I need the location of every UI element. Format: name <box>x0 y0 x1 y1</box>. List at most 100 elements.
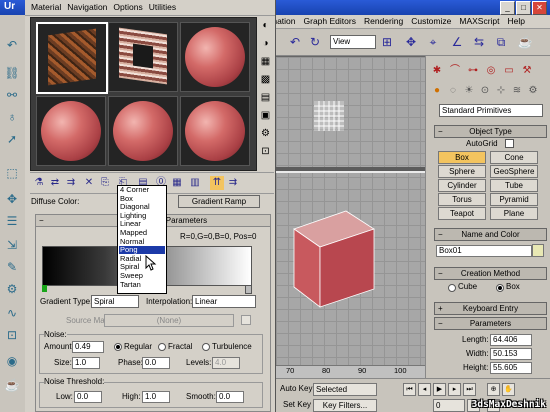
menu-options[interactable]: Options <box>113 0 142 15</box>
option-sweep[interactable]: Sweep <box>119 271 165 280</box>
sample-slot[interactable] <box>180 96 250 166</box>
category-select[interactable]: Standard Primitives <box>439 104 543 117</box>
hierarchy-tab-icon[interactable]: ⊶ <box>466 64 480 78</box>
backlight-icon[interactable]: ◑ <box>259 37 272 50</box>
smooth-field[interactable]: 0.0 <box>216 391 244 403</box>
render-icon[interactable]: ☕ <box>4 377 20 393</box>
size-field[interactable]: 1.0 <box>72 357 100 369</box>
turbulence-radio[interactable] <box>202 343 210 351</box>
go-forward-icon[interactable]: ⇉ <box>226 176 240 190</box>
shapes-icon[interactable]: ◌ <box>446 84 460 98</box>
autogrid-checkbox[interactable] <box>505 139 514 148</box>
levels-field[interactable]: 4.0 <box>212 357 240 369</box>
pan-icon[interactable]: ✋ <box>502 383 515 396</box>
menu-material[interactable]: Material <box>31 0 61 15</box>
unlink-icon[interactable]: ⚯ <box>4 87 20 103</box>
sample-slot[interactable] <box>36 96 106 166</box>
link-icon[interactable]: ⛓ <box>4 65 20 81</box>
zoom-icon[interactable]: ⊕ <box>487 383 500 396</box>
gradient-flag[interactable] <box>245 285 252 294</box>
source-map-button[interactable]: (None) <box>104 314 234 327</box>
sample-slot[interactable] <box>180 22 250 92</box>
cube-radio[interactable] <box>448 284 456 292</box>
set-key-button[interactable]: Set Key <box>283 400 311 409</box>
interpolation-select[interactable]: Linear <box>192 295 256 308</box>
reset-icon[interactable]: ✕ <box>82 176 96 190</box>
mirror-icon[interactable]: ⇆ <box>470 33 488 51</box>
undo-icon[interactable]: ↶ <box>286 33 304 51</box>
material-icon[interactable]: ◉ <box>4 353 20 369</box>
map-type-button[interactable]: Gradient Ramp <box>178 195 260 208</box>
height-field[interactable]: 55.605 <box>490 362 532 374</box>
width-field[interactable]: 50.153 <box>490 348 532 360</box>
go-start-icon[interactable]: ⏮ <box>403 383 416 396</box>
sample-slot[interactable] <box>108 96 178 166</box>
selected-set-select[interactable]: Selected <box>313 383 377 396</box>
preview-icon[interactable]: ▣ <box>259 109 272 122</box>
assign-material-icon[interactable]: ⇉ <box>64 176 78 190</box>
select-region-icon[interactable]: ⬚ <box>4 165 20 181</box>
menu-maxscript[interactable]: MAXScript <box>459 15 499 28</box>
creation-method-rollout[interactable]: − Creation Method <box>434 267 547 280</box>
next-frame-icon[interactable]: ▸ <box>448 383 461 396</box>
plane-button[interactable]: Plane <box>490 207 538 220</box>
cameras-icon[interactable]: ⊙ <box>478 84 492 98</box>
option-4-corner[interactable]: 4 Corner <box>119 185 165 194</box>
menu-navigation[interactable]: Navigation <box>67 0 107 15</box>
play-icon[interactable]: ▶ <box>433 383 446 396</box>
pyramid-button[interactable]: Pyramid <box>490 193 538 206</box>
keyboard-entry-rollout[interactable]: + Keyboard Entry <box>434 302 547 315</box>
regular-radio[interactable] <box>114 343 122 351</box>
angle-snap-icon[interactable]: ∠ <box>448 33 466 51</box>
layer-icon[interactable]: ☰ <box>4 213 20 229</box>
select-icon[interactable]: ➚ <box>4 131 20 147</box>
show-end-result-icon[interactable]: ▥ <box>188 176 202 190</box>
low-field[interactable]: 0.0 <box>74 391 102 403</box>
go-to-parent-icon[interactable]: ⇈ <box>210 176 224 190</box>
object-name-field[interactable]: Box01 <box>436 245 532 257</box>
auto-key-label[interactable]: Auto Key <box>280 384 312 393</box>
spacewarps-icon[interactable]: ≋ <box>510 84 524 98</box>
source-map-checkbox[interactable] <box>241 315 251 325</box>
scale-icon[interactable]: ⇲ <box>4 237 20 253</box>
options-icon[interactable]: ⚙ <box>259 127 272 140</box>
copy-material-icon[interactable]: ⎘ <box>98 176 112 190</box>
reference-coord-select[interactable]: View <box>330 35 376 49</box>
align-icon[interactable]: ⧉ <box>492 33 510 51</box>
maximize-icon[interactable]: □ <box>516 1 531 15</box>
sample-slot[interactable] <box>108 22 178 92</box>
cylinder-button[interactable]: Cylinder <box>438 179 486 192</box>
object-color-swatch[interactable] <box>532 244 544 257</box>
current-frame-field[interactable]: 0 <box>433 399 465 412</box>
box-object[interactable] <box>286 207 381 317</box>
phase-field[interactable]: 0.0 <box>142 357 170 369</box>
menu-utilities[interactable]: Utilities <box>149 0 176 15</box>
bind-icon[interactable]: ♁ <box>4 109 20 125</box>
undo-icon[interactable]: ↶ <box>4 37 20 53</box>
option-tartan[interactable]: Tartan <box>119 280 165 289</box>
render-icon[interactable]: ☕ <box>516 33 534 51</box>
snapshot-icon[interactable]: ⊡ <box>4 327 20 343</box>
motion-tab-icon[interactable]: ◎ <box>484 64 498 78</box>
object-type-rollout[interactable]: − Object Type <box>434 125 547 138</box>
prev-frame-icon[interactable]: ◂ <box>418 383 431 396</box>
rotate-icon[interactable]: ↻ <box>306 33 324 51</box>
curve-icon[interactable]: ∿ <box>4 305 20 321</box>
teapot-button[interactable]: Teapot <box>438 207 486 220</box>
gradient-type-select[interactable]: Spiral <box>91 295 139 308</box>
menu-graph-editors[interactable]: Graph Editors <box>304 15 356 28</box>
tube-button[interactable]: Tube <box>490 179 538 192</box>
sphere-button[interactable]: Sphere <box>438 165 486 178</box>
name-color-rollout[interactable]: − Name and Color <box>434 228 547 241</box>
sample-slot[interactable] <box>36 22 108 94</box>
box-radio[interactable] <box>496 284 504 292</box>
tool-icon[interactable]: ✎ <box>4 259 20 275</box>
perspective-viewport[interactable]: 70 80 90 100 <box>275 56 427 380</box>
sample-type-icon[interactable]: ◐ <box>259 19 272 32</box>
minimize-icon[interactable]: _ <box>500 1 515 15</box>
put-to-scene-icon[interactable]: ⇄ <box>48 176 62 190</box>
modify-tab-icon[interactable]: ⌒ <box>448 64 462 78</box>
select-by-material-icon[interactable]: ⊡ <box>259 145 272 158</box>
geometry-icon[interactable]: ● <box>430 84 444 98</box>
move-icon[interactable]: ✥ <box>4 191 20 207</box>
